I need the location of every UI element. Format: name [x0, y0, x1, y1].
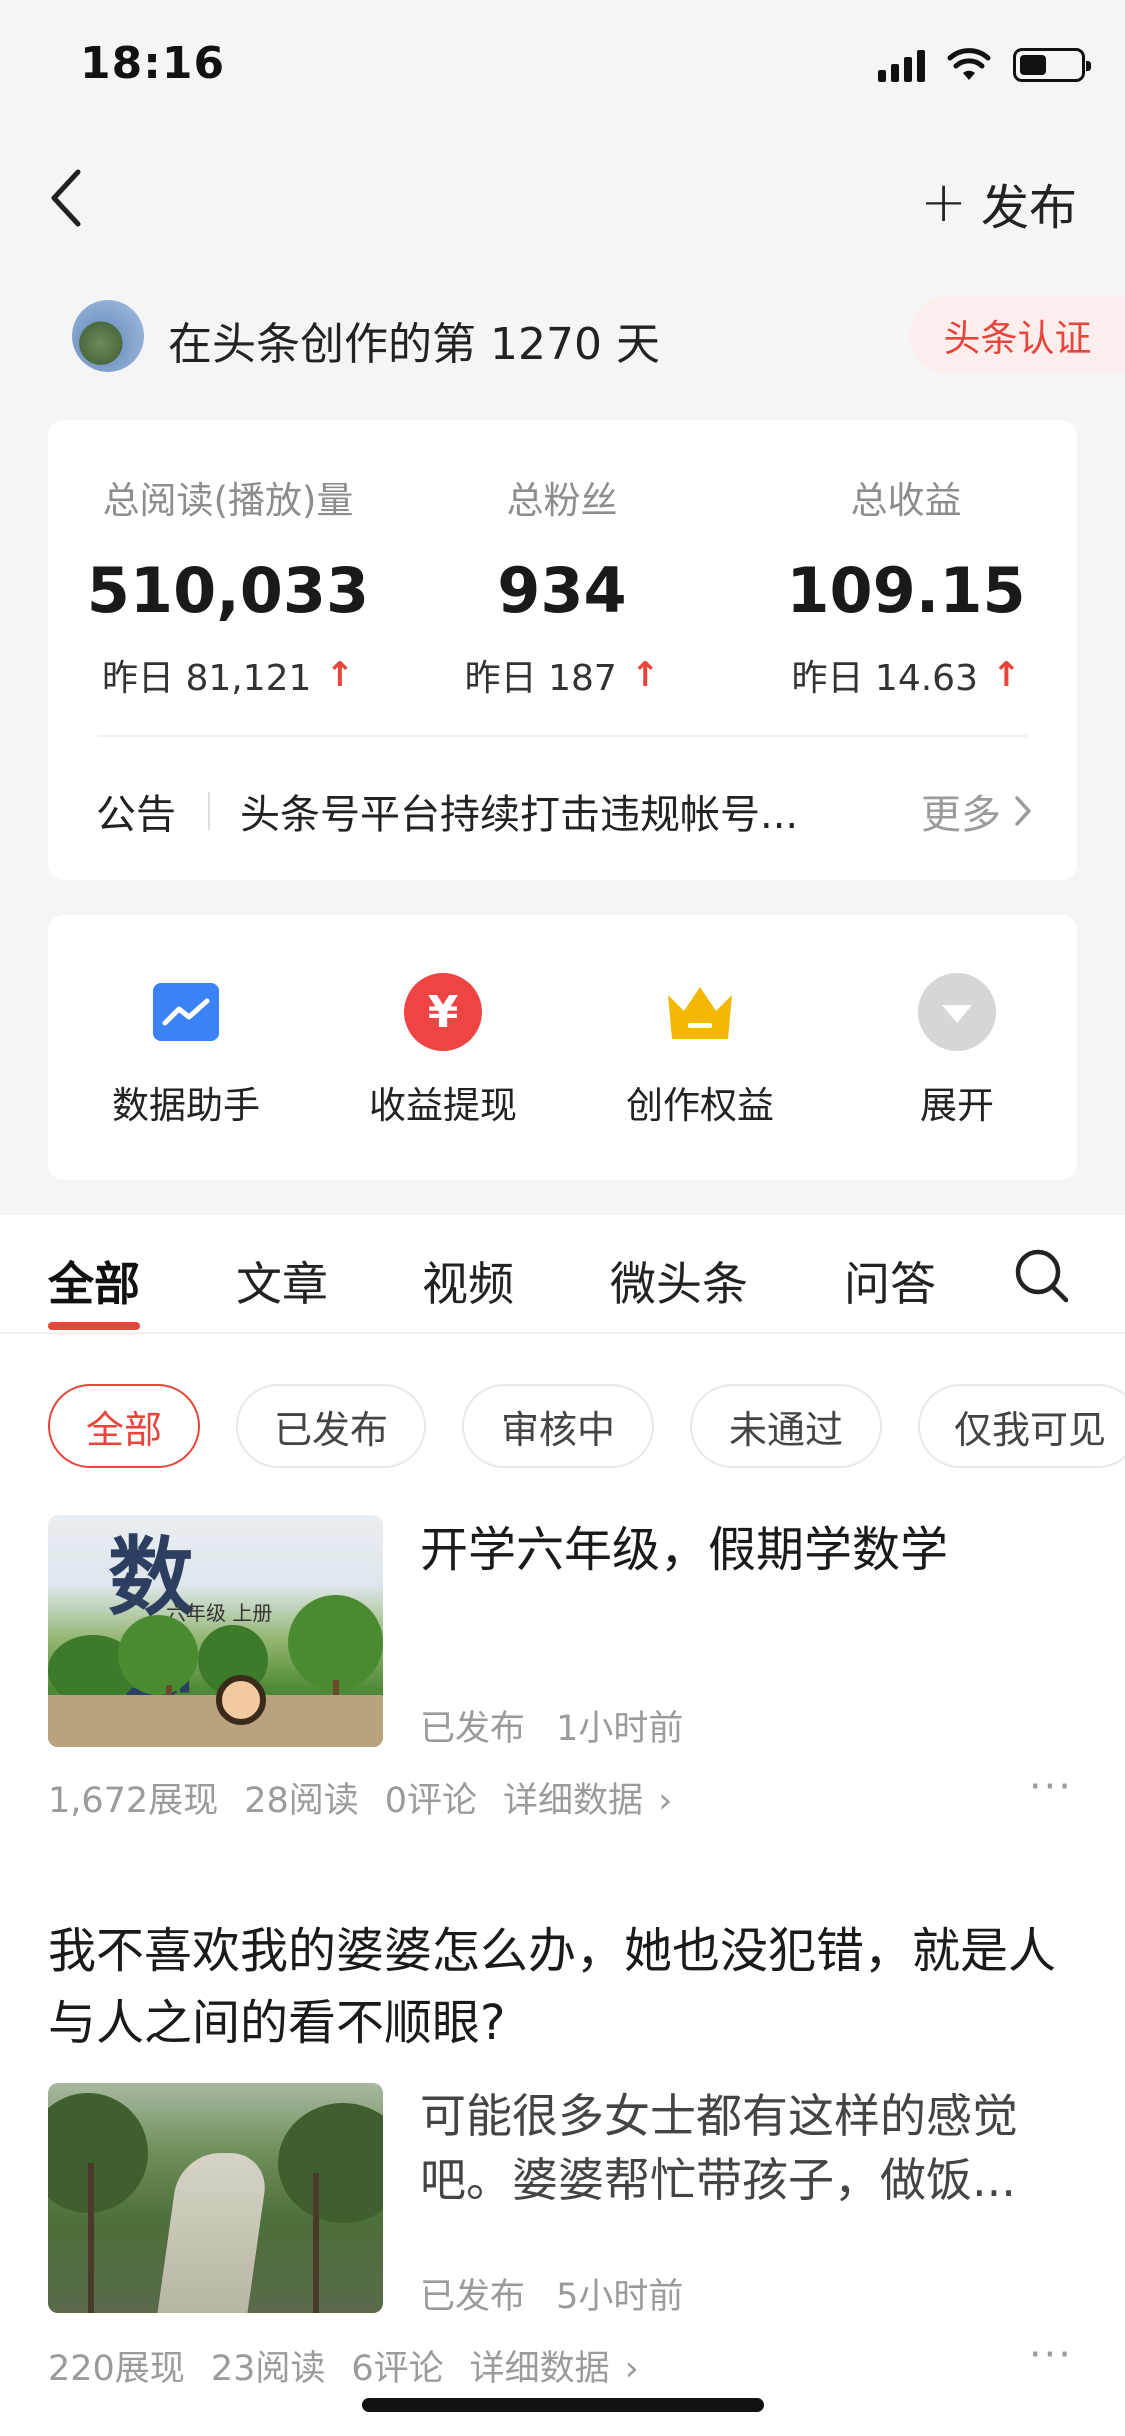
stat-value: 109.15 — [786, 554, 1026, 627]
notice-label: 公告 — [96, 792, 176, 838]
stat-value: 510,033 — [86, 554, 370, 627]
avatar[interactable] — [72, 300, 144, 372]
article-comments: 6评论 — [351, 2349, 444, 2389]
filter-private[interactable]: 仅我可见 — [918, 1384, 1125, 1468]
status-icons — [878, 48, 1091, 82]
tool-label: 创作权益 — [626, 1084, 774, 1127]
divider — [0, 1332, 1125, 1334]
notice-more-button[interactable]: 更多 — [921, 782, 1033, 840]
arrow-up-icon: ↑ — [992, 655, 1021, 695]
chart-icon — [147, 973, 225, 1051]
article-title[interactable]: 开学六年级，假期学数学 — [420, 1518, 1060, 1582]
filter-all[interactable]: 全部 — [48, 1384, 200, 1468]
arrow-up-icon: ↑ — [325, 655, 354, 695]
stats-card: 总阅读(播放)量 510,033 昨日 81,121 ↑ 总粉丝 934 昨日 … — [48, 420, 1077, 880]
article-comments: 0评论 — [384, 1781, 478, 1821]
filter-reviewing[interactable]: 审核中 — [462, 1384, 654, 1468]
article-stats: 220展现 23阅读 6评论 详细数据 › — [48, 2340, 639, 2391]
stat-delta-text: 昨日 81,121 — [102, 658, 312, 699]
expand-icon — [918, 973, 996, 1051]
creation-days-text: 在头条创作的第 1270 天 — [168, 319, 660, 370]
stat-total-reads[interactable]: 总阅读(播放)量 510,033 昨日 81,121 ↑ — [58, 470, 398, 701]
article-impressions: 1,672展现 — [48, 1781, 219, 1821]
tool-label: 收益提现 — [369, 1084, 517, 1127]
stat-label: 总收益 — [850, 479, 962, 522]
stat-delta-text: 昨日 187 — [464, 658, 617, 699]
notice-text[interactable]: 头条号平台持续打击违规帐号... — [240, 782, 880, 840]
notice-separator — [208, 792, 210, 830]
tab-micro[interactable]: 微头条 — [610, 1248, 748, 1314]
article-status: 已发布 — [420, 2277, 526, 2317]
tool-label: 数据助手 — [112, 1084, 260, 1127]
stat-label: 总粉丝 — [506, 479, 618, 522]
filter-published[interactable]: 已发布 — [236, 1384, 426, 1468]
thumbnail-grade: 六年级 上册 — [166, 1601, 273, 1625]
wifi-icon — [947, 48, 991, 80]
article-reads: 28阅读 — [244, 1781, 359, 1821]
tab-all[interactable]: 全部 — [48, 1248, 140, 1314]
signal-icon — [878, 48, 925, 82]
chevron-left-icon — [51, 169, 81, 227]
stat-delta: 昨日 81,121 ↑ — [58, 649, 398, 701]
tab-articles[interactable]: 文章 — [236, 1248, 328, 1314]
battery-icon — [1013, 48, 1091, 82]
stat-delta: 昨日 187 ↑ — [392, 649, 732, 701]
publish-button[interactable]: + 发布 — [920, 168, 1077, 238]
notice-more-label: 更多 — [921, 792, 1001, 838]
article-title[interactable]: 我不喜欢我的婆婆怎么办，她也没犯错，就是人与人之间的看不顺眼? — [48, 1915, 1078, 2059]
article-detail-link[interactable]: 详细数据 › — [470, 2340, 639, 2391]
article-summary[interactable]: 可能很多女士都有这样的感觉吧。婆婆帮忙带孩子，做饭... — [420, 2084, 1060, 2212]
search-button[interactable] — [1012, 1246, 1072, 1306]
tool-withdraw[interactable]: ¥ 收益提现 — [333, 973, 553, 1129]
stat-total-income[interactable]: 总收益 109.15 昨日 14.63 ↑ — [736, 470, 1076, 701]
article-status: 已发布 — [420, 1709, 526, 1749]
arrow-up-icon: ↑ — [630, 655, 660, 695]
tools-card: 数据助手 ¥ 收益提现 创作权益 展开 — [48, 915, 1077, 1180]
verify-badge[interactable]: 头条认证 — [910, 296, 1125, 374]
article-reads: 23阅读 — [210, 2349, 326, 2389]
stat-total-fans[interactable]: 总粉丝 934 昨日 187 ↑ — [392, 470, 732, 701]
yuan-icon: ¥ — [404, 973, 482, 1051]
article-thumbnail[interactable] — [48, 2083, 383, 2313]
back-button[interactable] — [40, 162, 96, 234]
more-options-icon[interactable]: ··· — [1029, 2332, 1073, 2378]
tool-expand[interactable]: 展开 — [847, 973, 1067, 1129]
tab-videos[interactable]: 视频 — [422, 1248, 514, 1314]
tool-label: 展开 — [920, 1084, 994, 1127]
chevron-right-icon: › — [624, 2349, 639, 2389]
article-detail-label: 详细数据 — [469, 2349, 610, 2389]
article-meta: 已发布 5小时前 — [420, 2268, 683, 2319]
plus-icon: + — [920, 170, 967, 235]
tab-active-indicator — [48, 1322, 140, 1330]
publish-label: 发布 — [980, 180, 1077, 236]
search-icon — [1015, 1249, 1069, 1303]
tool-data-assistant[interactable]: 数据助手 — [76, 973, 296, 1129]
article-time: 1小时前 — [556, 1709, 684, 1749]
tab-qa[interactable]: 问答 — [844, 1248, 936, 1314]
article-thumbnail[interactable]: 数 学 六年级 上册 — [48, 1515, 383, 1747]
stat-label: 总阅读(播放)量 — [102, 479, 354, 522]
more-options-icon[interactable]: ··· — [1029, 1764, 1073, 1810]
article-detail-label: 详细数据 — [503, 1781, 644, 1821]
home-indicator[interactable] — [362, 2398, 764, 2412]
crown-icon — [661, 973, 739, 1051]
status-time: 18:16 — [80, 38, 226, 89]
chevron-right-icon — [1015, 796, 1031, 826]
stat-delta: 昨日 14.63 ↑ — [736, 649, 1076, 701]
filter-rejected[interactable]: 未通过 — [690, 1384, 882, 1468]
article-detail-link[interactable]: 详细数据 › — [503, 1772, 672, 1823]
divider — [98, 735, 1027, 737]
article-time: 5小时前 — [556, 2277, 684, 2317]
chevron-right-icon: › — [658, 1781, 673, 1821]
article-stats: 1,672展现 28阅读 0评论 详细数据 › — [48, 1772, 672, 1823]
article-meta: 已发布 1小时前 — [420, 1700, 683, 1751]
stat-delta-text: 昨日 14.63 — [791, 658, 978, 699]
svg-text:¥: ¥ — [428, 987, 459, 1038]
stat-value: 934 — [497, 554, 627, 627]
article-impressions: 220展现 — [48, 2349, 185, 2389]
tool-benefits[interactable]: 创作权益 — [590, 973, 810, 1129]
